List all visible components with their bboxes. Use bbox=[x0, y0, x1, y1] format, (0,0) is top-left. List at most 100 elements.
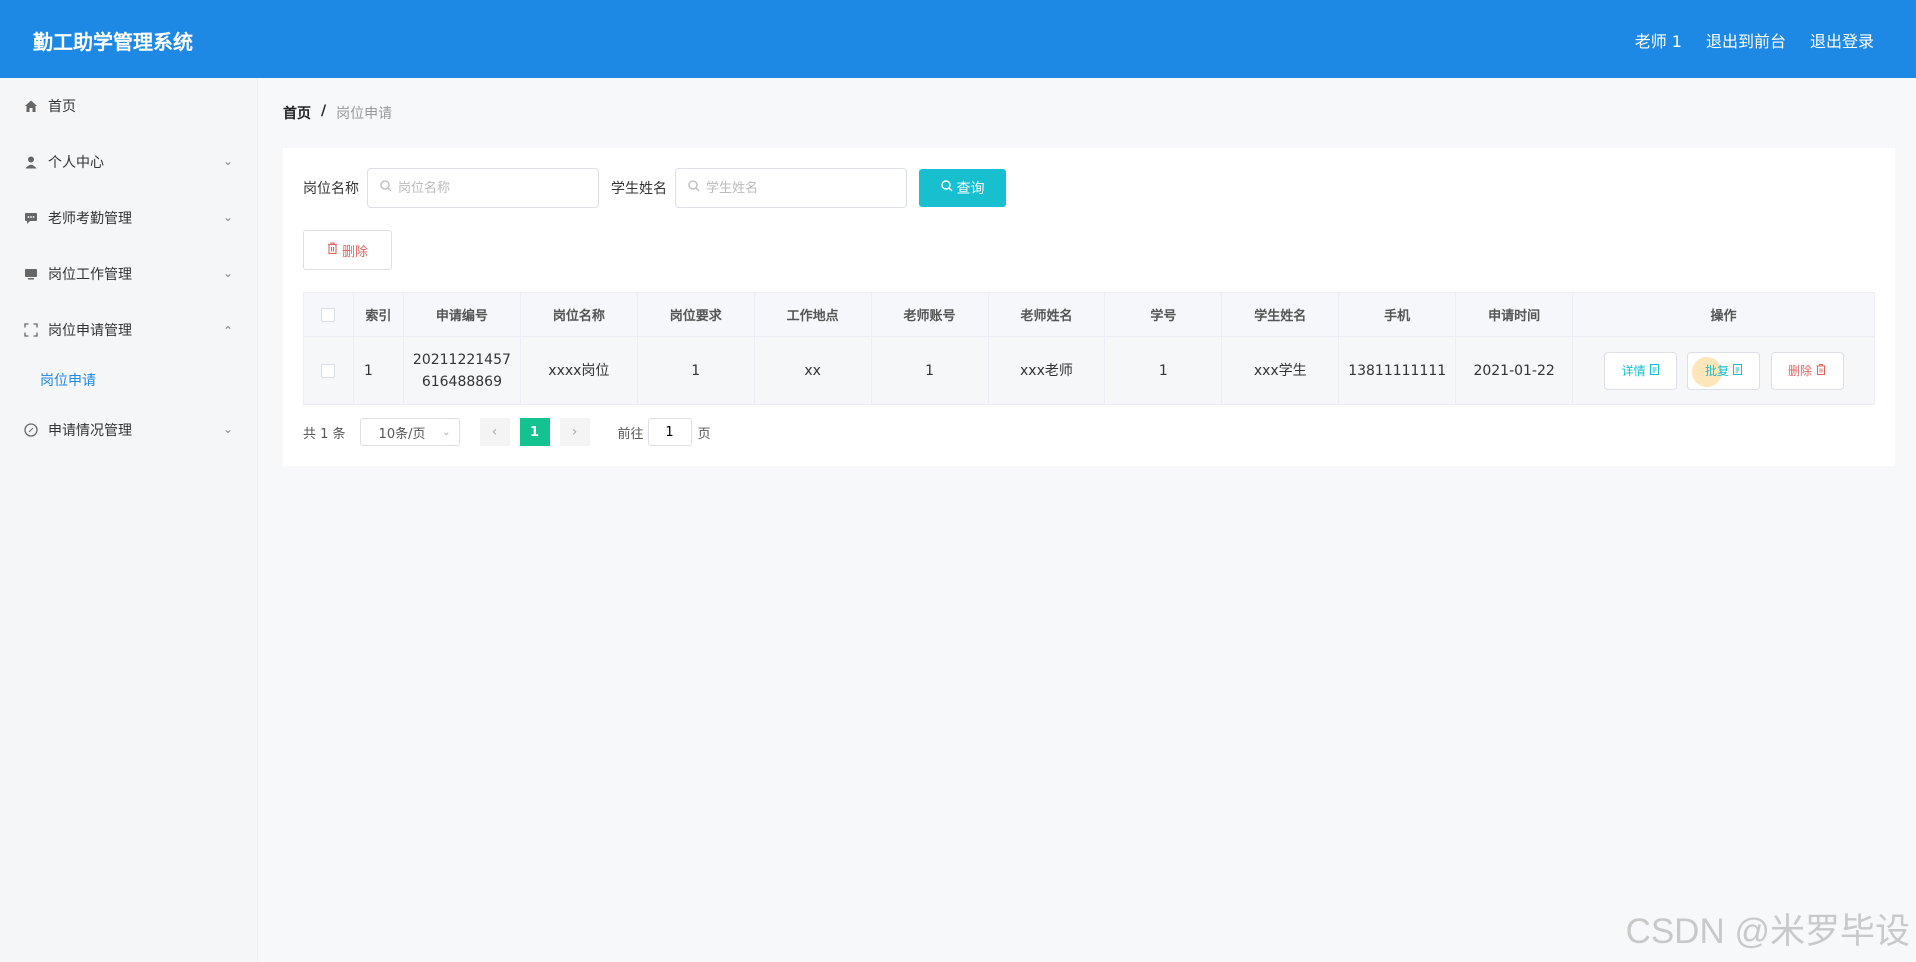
breadcrumb-separator: / bbox=[321, 103, 327, 119]
chevron-down-icon: ⌄ bbox=[442, 426, 451, 438]
row-checkbox[interactable] bbox=[321, 363, 336, 378]
goto-label: 前往 bbox=[617, 426, 644, 442]
column-header: 老师姓名 bbox=[987, 292, 1106, 337]
search-form: 岗位名称 学生姓名 查询 bbox=[303, 168, 1006, 208]
column-header: 岗位名称 bbox=[519, 292, 638, 337]
application-no-line: 616488869 bbox=[421, 373, 502, 390]
content-card: 岗位名称 学生姓名 查询 删除 bbox=[283, 148, 1895, 466]
sidebar-item-teacher-attendance[interactable]: 老师考勤管理 ⌄ bbox=[0, 190, 257, 246]
column-header: 申请时间 bbox=[1455, 292, 1574, 337]
chevron-right-icon: › bbox=[571, 424, 578, 440]
delete-button-label: 删除 bbox=[1787, 364, 1812, 378]
monitor-icon bbox=[24, 267, 38, 281]
top-bar: 勤工助学管理系统 老师 1 退出到前台 退出登录 bbox=[0, 0, 1916, 78]
user-icon bbox=[24, 155, 38, 169]
cell-teacher-name: xxx老师 bbox=[987, 336, 1106, 405]
column-header: 手机 bbox=[1338, 292, 1457, 337]
detail-button[interactable]: 详情 bbox=[1603, 351, 1677, 390]
search-icon bbox=[380, 180, 392, 196]
table-row: 1 20211221457 616488869 xxxx岗位 1 xx 1 xx… bbox=[303, 336, 1875, 405]
sidebar-item-position-application[interactable]: 岗位申请管理 ⌃ bbox=[0, 302, 257, 358]
chat-icon bbox=[24, 211, 38, 225]
select-all-checkbox[interactable] bbox=[321, 307, 336, 322]
sidebar-subitem-position-apply[interactable]: 岗位申请 bbox=[0, 358, 257, 402]
page-number-current[interactable]: 1 bbox=[519, 418, 550, 446]
sidebar-item-label: 首页 bbox=[48, 99, 76, 115]
position-name-field bbox=[367, 168, 599, 208]
sidebar: 首页 个人中心 ⌄ 老师考勤管理 ⌄ 岗位工作管理 ⌄ 岗位申请管理 ⌃ 岗位申… bbox=[0, 78, 258, 962]
top-links: 老师 1 退出到前台 退出登录 bbox=[1635, 28, 1874, 52]
breadcrumb: 首页 / 岗位申请 bbox=[283, 103, 392, 123]
goto-page-input[interactable] bbox=[647, 418, 692, 446]
approve-button[interactable]: 批复 bbox=[1687, 351, 1761, 390]
home-icon bbox=[24, 99, 38, 113]
next-page-button[interactable]: › bbox=[559, 418, 590, 446]
position-name-input[interactable] bbox=[398, 180, 588, 196]
sidebar-item-label: 个人中心 bbox=[48, 155, 104, 171]
chevron-up-icon: ⌃ bbox=[222, 324, 233, 338]
page-size-value: 10条/页 bbox=[378, 426, 426, 442]
column-header: 岗位要求 bbox=[636, 292, 755, 337]
document-icon bbox=[1733, 363, 1743, 378]
cell-operations: 详情 批复 删除 bbox=[1572, 336, 1875, 405]
pagination-total: 共 1 条 bbox=[303, 426, 346, 442]
current-user-link[interactable]: 老师 1 bbox=[1635, 28, 1682, 52]
cell-application-no: 20211221457 616488869 bbox=[402, 336, 521, 405]
column-header: 学生姓名 bbox=[1221, 292, 1340, 337]
breadcrumb-home[interactable]: 首页 bbox=[283, 103, 311, 123]
trash-icon bbox=[1816, 363, 1826, 378]
column-header: 老师账号 bbox=[870, 292, 989, 337]
search-icon bbox=[940, 180, 953, 196]
batch-delete-button[interactable]: 删除 bbox=[303, 230, 392, 270]
sidebar-item-personal-center[interactable]: 个人中心 ⌄ bbox=[0, 134, 257, 190]
column-header: 学号 bbox=[1104, 292, 1223, 337]
sidebar-item-application-status[interactable]: 申请情况管理 ⌄ bbox=[0, 402, 257, 458]
prev-page-button[interactable]: ‹ bbox=[479, 418, 510, 446]
detail-button-label: 详情 bbox=[1621, 364, 1646, 378]
cell-position-name: xxxx岗位 bbox=[519, 336, 638, 405]
logout-link[interactable]: 退出登录 bbox=[1810, 28, 1874, 52]
batch-delete-label: 删除 bbox=[341, 244, 368, 260]
pagination: 共 1 条 10条/页 ⌄ ‹ 1 › 前往 页 bbox=[303, 418, 711, 446]
table-header-row: 索引 申请编号 岗位名称 岗位要求 工作地点 老师账号 老师姓名 学号 学生姓名… bbox=[303, 292, 1875, 337]
chevron-down-icon: ⌄ bbox=[222, 154, 233, 168]
applications-table: 索引 申请编号 岗位名称 岗位要求 工作地点 老师账号 老师姓名 学号 学生姓名… bbox=[303, 292, 1875, 405]
page-size-select[interactable]: 10条/页 ⌄ bbox=[359, 418, 460, 446]
chevron-left-icon: ‹ bbox=[491, 424, 498, 440]
delete-button[interactable]: 删除 bbox=[1770, 351, 1844, 390]
breadcrumb-current: 岗位申请 bbox=[336, 106, 393, 122]
app-title: 勤工助学管理系统 bbox=[33, 30, 193, 54]
approve-button-label: 批复 bbox=[1705, 364, 1730, 378]
cell-apply-time: 2021-01-22 bbox=[1455, 336, 1574, 405]
cell-student-name: xxx学生 bbox=[1221, 336, 1340, 405]
cell-requirement: 1 bbox=[636, 336, 755, 405]
fullscreen-icon bbox=[24, 323, 38, 337]
chevron-down-icon: ⌄ bbox=[222, 210, 233, 224]
sidebar-item-position-work[interactable]: 岗位工作管理 ⌄ bbox=[0, 246, 257, 302]
search-icon bbox=[688, 180, 700, 196]
goto-suffix: 页 bbox=[697, 426, 711, 442]
query-button[interactable]: 查询 bbox=[919, 169, 1006, 207]
document-icon bbox=[1649, 363, 1659, 378]
student-name-field bbox=[675, 168, 907, 208]
query-button-label: 查询 bbox=[956, 181, 985, 197]
watermark: CSDN @米罗毕设 bbox=[1625, 912, 1910, 951]
sidebar-item-label: 申请情况管理 bbox=[48, 423, 132, 439]
sidebar-item-label: 岗位申请管理 bbox=[48, 323, 132, 339]
sidebar-item-label: 岗位工作管理 bbox=[48, 267, 132, 283]
select-all-cell bbox=[303, 292, 354, 337]
application-no-line: 20211221457 bbox=[412, 351, 511, 368]
sidebar-item-home[interactable]: 首页 bbox=[0, 78, 257, 134]
column-header: 申请编号 bbox=[402, 292, 521, 337]
sidebar-item-label: 老师考勤管理 bbox=[48, 211, 132, 227]
sidebar-subitem-label: 岗位申请 bbox=[40, 373, 96, 389]
column-header: 索引 bbox=[352, 292, 404, 337]
student-name-input[interactable] bbox=[706, 180, 896, 196]
chevron-down-icon: ⌄ bbox=[222, 422, 233, 436]
exit-to-front-link[interactable]: 退出到前台 bbox=[1706, 28, 1786, 52]
position-name-label: 岗位名称 bbox=[303, 181, 359, 197]
cell-phone: 13811111111 bbox=[1338, 336, 1457, 405]
cell-teacher-account: 1 bbox=[870, 336, 989, 405]
cell-location: xx bbox=[753, 336, 872, 405]
trash-icon bbox=[327, 242, 338, 258]
